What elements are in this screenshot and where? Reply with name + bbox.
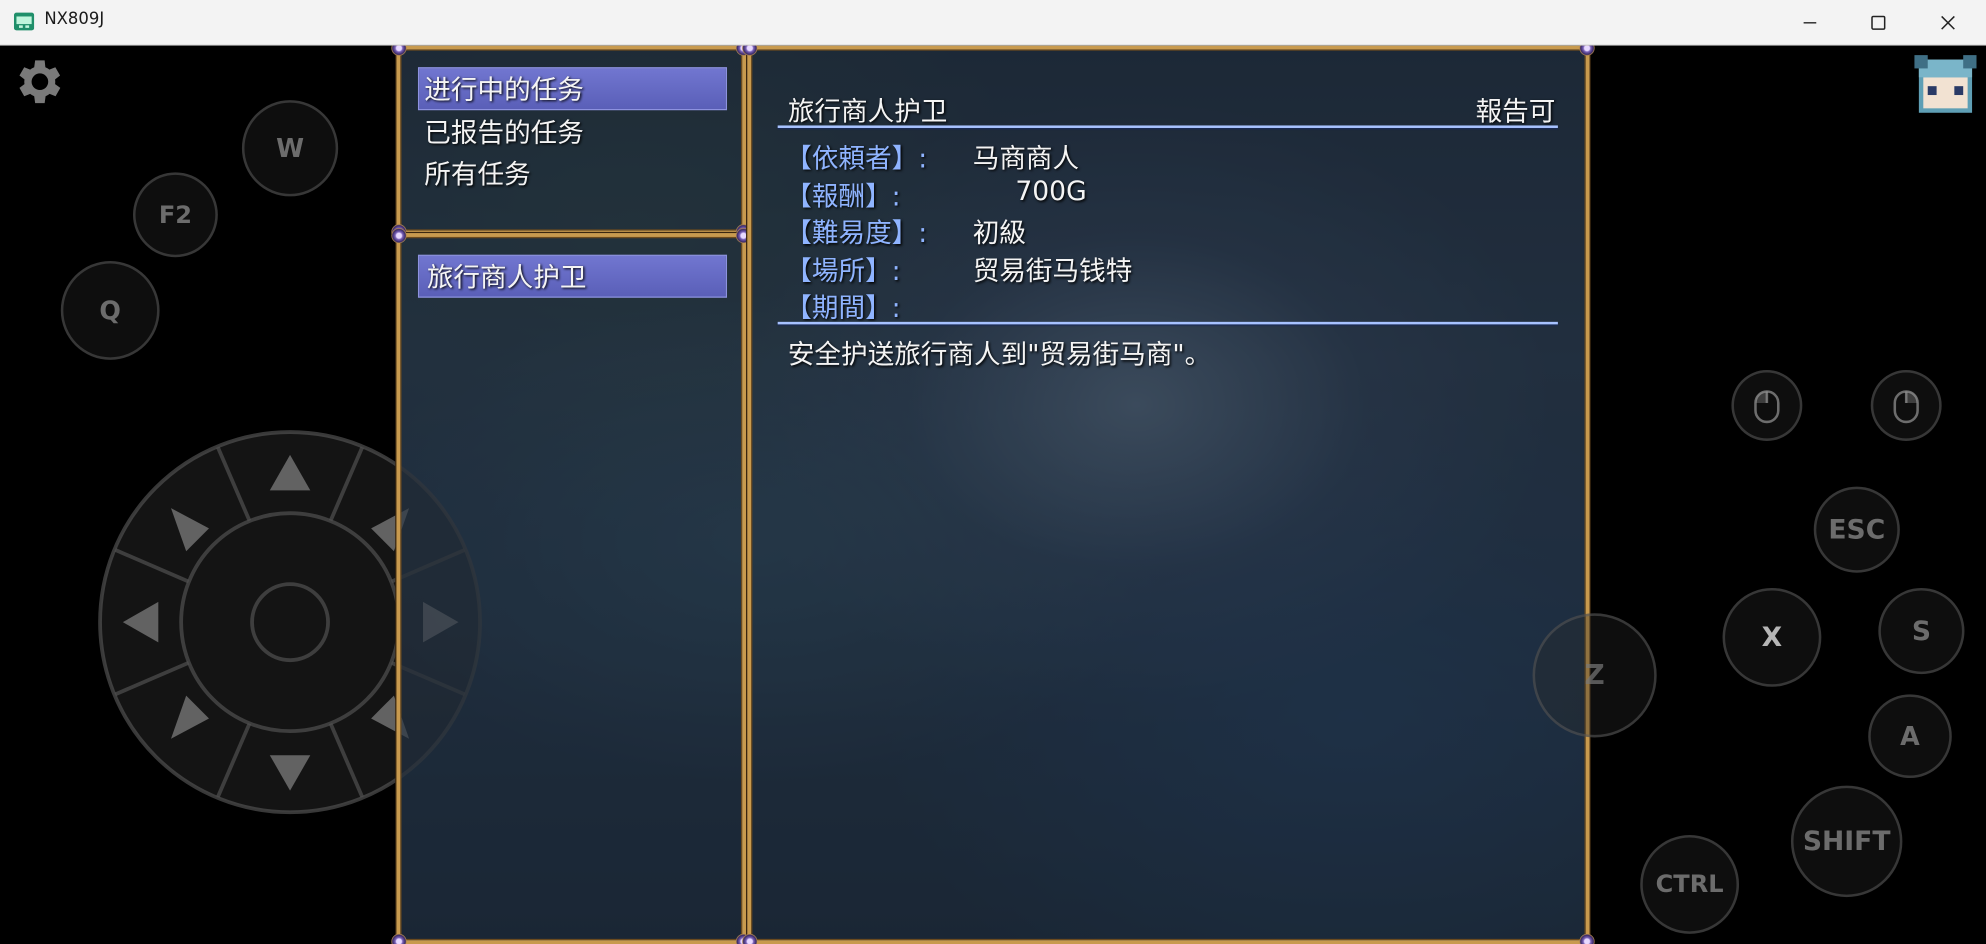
reward-value: 700G [1015,176,1087,207]
client-value: 马商商人 [972,143,1080,174]
location-value: 贸易街马钱特 [972,255,1133,287]
left-click-button[interactable] [1731,369,1803,441]
maximize-button[interactable] [1845,0,1911,44]
minimize-button[interactable] [1777,0,1843,44]
app-icon [13,12,35,31]
difficulty-value: 初級 [972,217,1026,249]
quest-category-window: 进行中的任务 已报告的任务 所有任务 [391,45,752,240]
close-icon [1941,15,1955,30]
category-all[interactable]: 所有任务 [424,155,530,193]
s-key-button[interactable]: S [1878,587,1965,675]
q-key-button[interactable]: Q [60,261,160,360]
mouse-right-icon [1893,390,1919,424]
minimize-icon [1803,21,1817,23]
esc-key-button[interactable]: ESC [1813,486,1900,573]
maximize-icon [1871,15,1886,30]
category-in-progress[interactable]: 进行中的任务 [424,70,584,108]
mouse-left-icon [1754,390,1780,424]
header-divider [777,125,1558,128]
client-label: 【依頼者】: [785,143,928,174]
right-click-button[interactable] [1870,369,1942,441]
shift-key-button[interactable]: SHIFT [1790,785,1903,898]
quest-status: 報告可 [1475,96,1556,127]
details-divider [777,321,1558,325]
quest-description: 安全护送旅行商人到"贸易街马商"。 [787,339,1212,370]
close-button[interactable] [1915,0,1981,44]
quest-list-window: 旅行商人护卫 [391,228,752,944]
z-key-button[interactable]: Z [1532,613,1657,738]
window-title: NX809J [44,10,105,30]
quest-detail-window: 旅行商人护卫 報告可 【依頼者】: 马商商人 【報酬】: 700G 【難易度】:… [742,45,1595,944]
category-reported[interactable]: 已报告的任务 [424,113,584,151]
location-label: 【場所】: [785,255,901,287]
quest-list-item[interactable]: 旅行商人护卫 [427,257,587,295]
a-key-button[interactable]: A [1868,694,1952,779]
game-viewport: W F2 Q 进行中的任务 已报告的任务 所有任务 旅行商人护卫 旅行商人护卫 … [0,45,1986,944]
f2-key-button[interactable]: F2 [132,172,218,258]
ctrl-key-button[interactable]: CTRL [1640,835,1740,934]
x-key-button[interactable]: X [1722,587,1822,687]
w-key-button[interactable]: W [241,100,339,197]
period-label: 【期間】: [785,292,901,324]
gear-icon[interactable] [11,53,68,110]
character-avatar-icon[interactable] [1910,51,1981,122]
reward-label: 【報酬】: [785,181,901,212]
title-bar: NX809J [0,0,1986,46]
difficulty-label: 【難易度】: [785,217,928,249]
quest-title: 旅行商人护卫 [787,96,948,127]
